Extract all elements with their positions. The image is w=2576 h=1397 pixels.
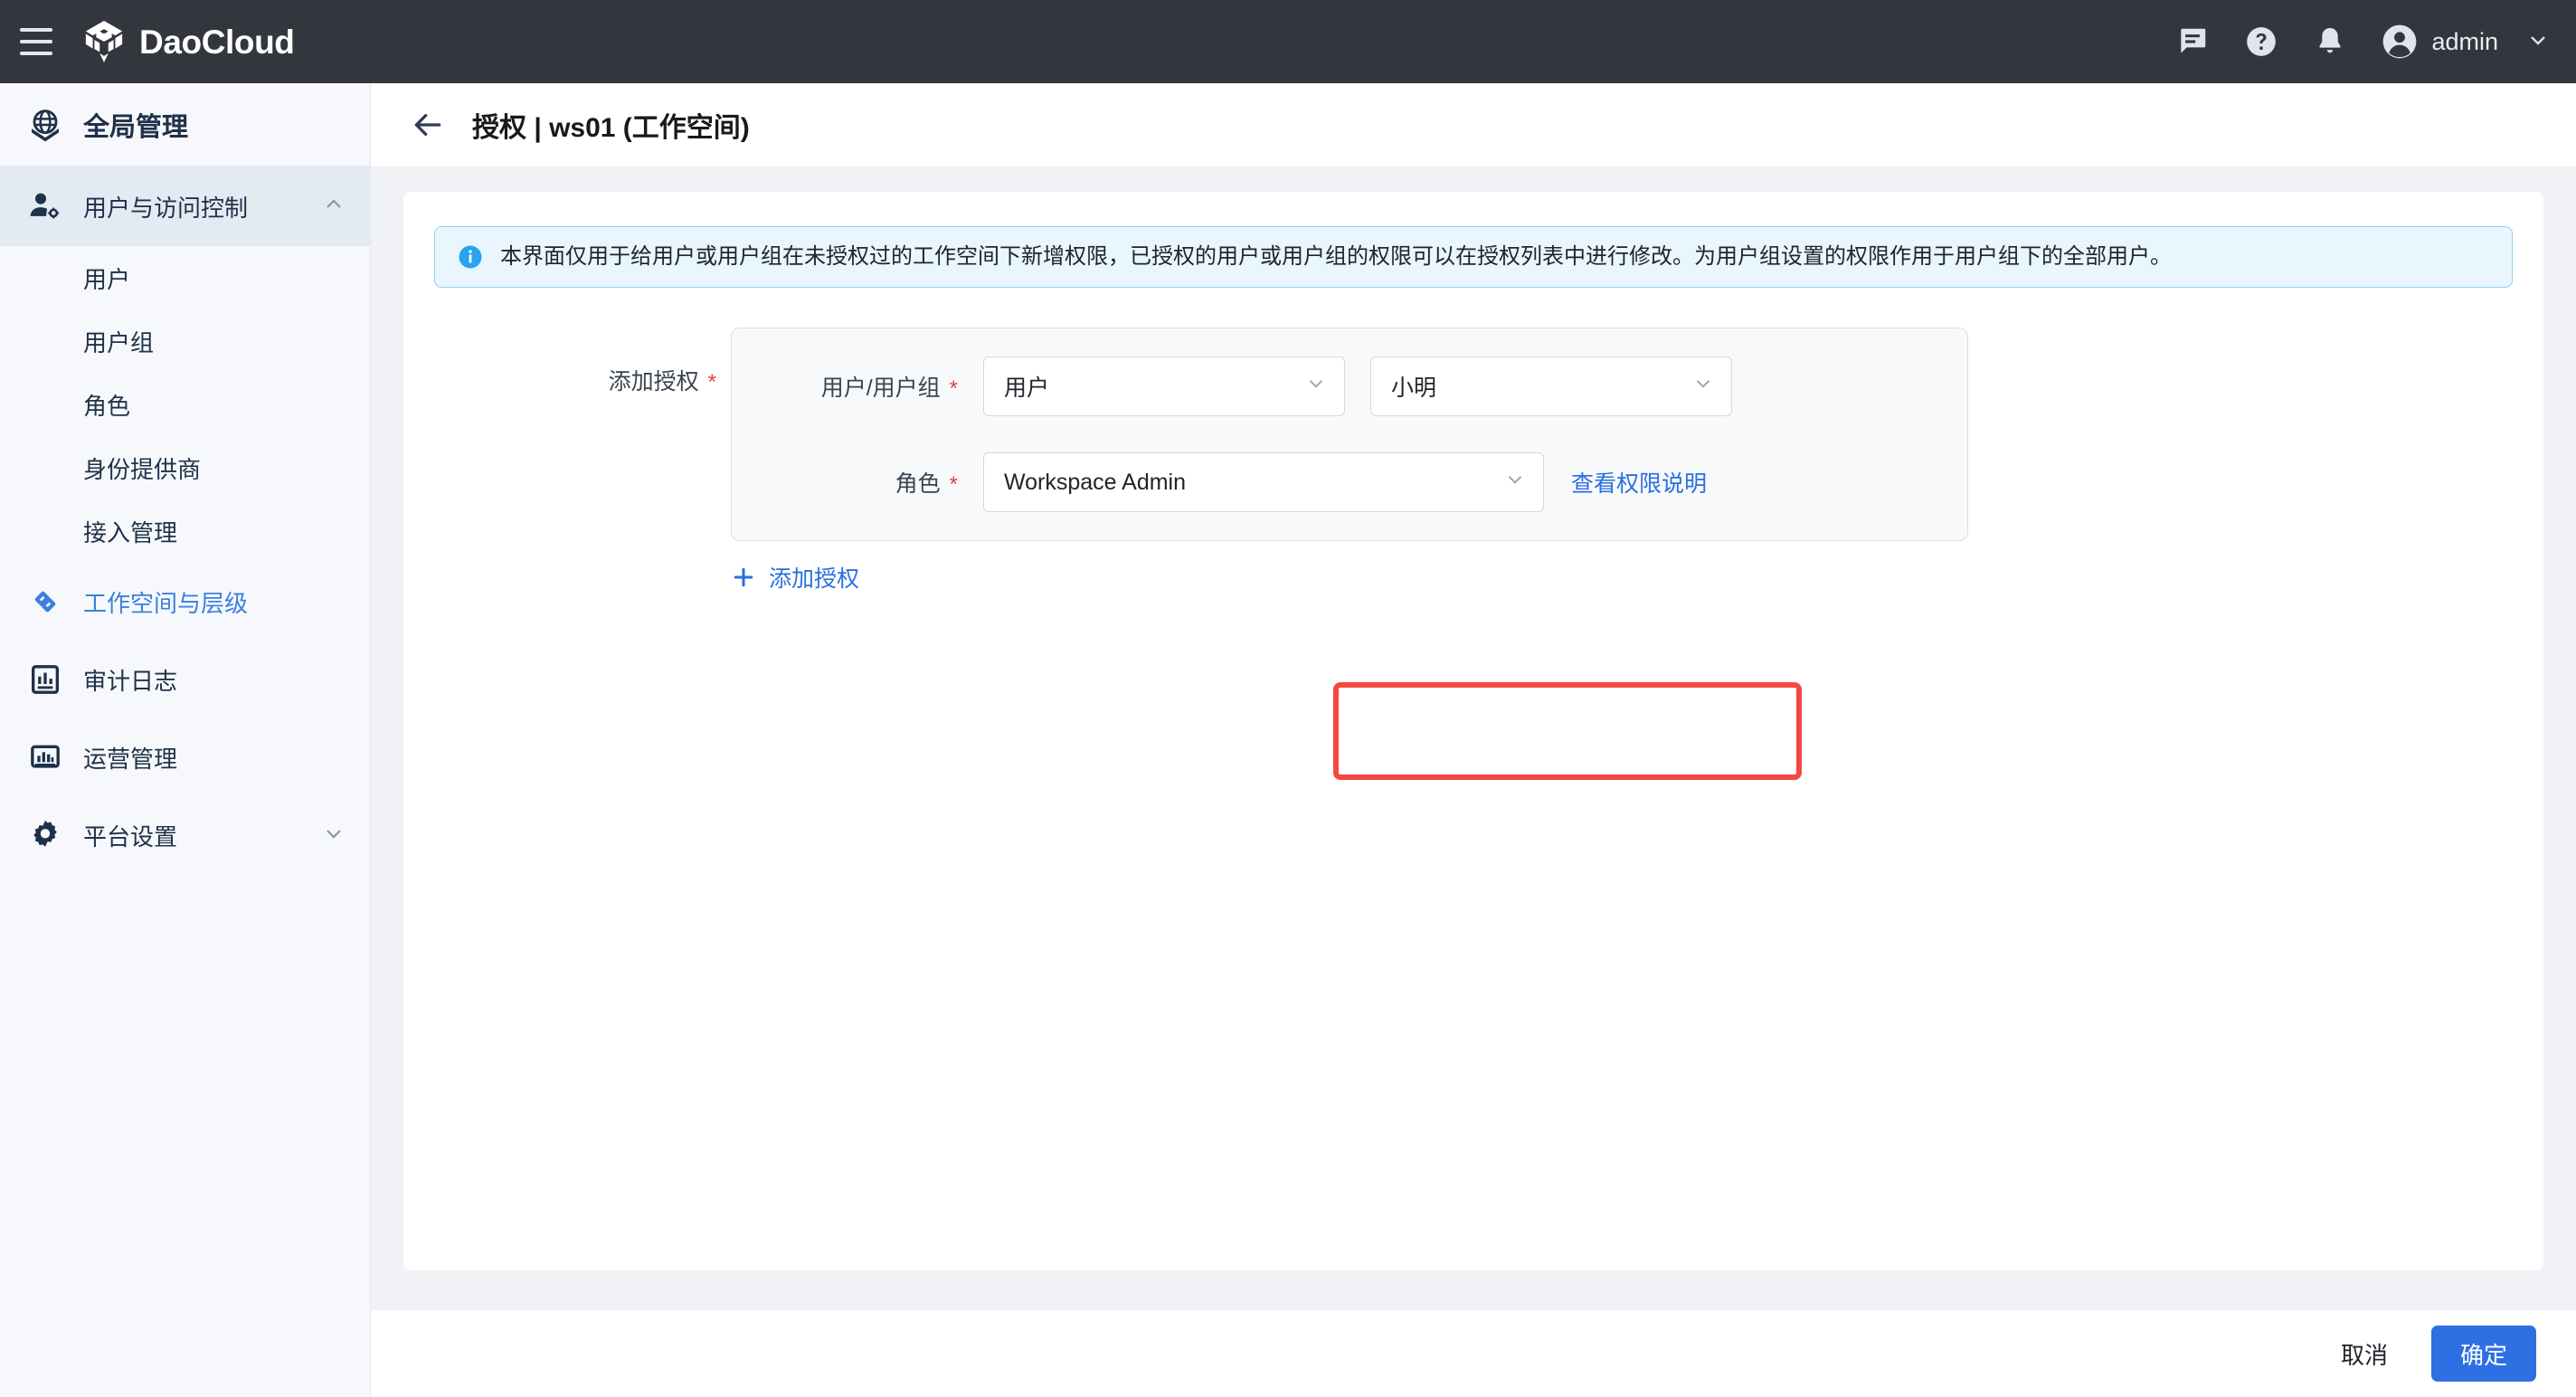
globe-icon: [20, 107, 71, 143]
add-grant-button[interactable]: 添加授权: [731, 561, 859, 594]
page-header: 授权 | ws01 (工作空间): [371, 83, 2576, 166]
audit-icon: [20, 661, 71, 698]
role-field-highlight: [1333, 682, 1802, 780]
grant-entry-box: 用户/用户组 * 用户 小明 角色 * Workspace Admin 查看权限…: [731, 328, 1968, 541]
sidebar-item-label: 工作空间与层级: [83, 589, 249, 617]
subject-type-value: 用户: [1004, 375, 1050, 401]
user-name: admin: [2431, 27, 2498, 55]
grant-card: 本界面仅用于给用户或用户组在未授权过的工作空间下新增权限，已授权的用户或用户组的…: [403, 192, 2543, 1270]
sidebar-item-global-management[interactable]: 全局管理: [0, 83, 370, 166]
content-body: 本界面仅用于给用户或用户组在未授权过的工作空间下新增权限，已授权的用户或用户组的…: [371, 166, 2576, 1397]
sidebar-item-platform-settings[interactable]: 平台设置: [0, 796, 370, 874]
info-banner: 本界面仅用于给用户或用户组在未授权过的工作空间下新增权限，已授权的用户或用户组的…: [434, 226, 2513, 288]
add-grant-label: 添加授权 *: [434, 328, 716, 396]
sidebar-group-label: 用户与访问控制: [83, 194, 249, 222]
brand-name: DaoCloud: [139, 23, 295, 61]
gear-icon: [20, 817, 71, 853]
sidebar-item-audit-log[interactable]: 审计日志: [0, 641, 370, 718]
sidebar-item-label: 全局管理: [83, 112, 189, 142]
info-icon: [457, 243, 484, 271]
subject-type-label-text: 用户/用户组: [820, 375, 941, 401]
subject-name-select[interactable]: 小明: [1370, 356, 1732, 416]
sidebar-item-label: 接入管理: [83, 518, 178, 546]
action-bar: 取消 确定: [371, 1310, 2576, 1397]
sidebar: 全局管理 用户与访问控制 用户 用户组 角色 身份提供商 接入管理 工作空间与层…: [0, 83, 371, 1397]
sidebar-item-users[interactable]: 用户: [0, 246, 370, 309]
add-grant-label-text: 添加授权: [608, 369, 699, 394]
sidebar-item-label: 用户: [83, 265, 131, 293]
chevron-down-icon: [2525, 27, 2551, 57]
arrow-left-icon[interactable]: [407, 104, 449, 146]
subject-name-value: 小明: [1391, 375, 1437, 401]
page-title: 授权 | ws01 (工作空间): [472, 113, 750, 143]
sidebar-item-label: 运营管理: [83, 745, 178, 773]
sidebar-item-workspace-hierarchy[interactable]: 工作空间与层级: [0, 563, 370, 641]
chevron-down-icon: [1503, 468, 1527, 498]
view-permission-description-link[interactable]: 查看权限说明: [1571, 466, 1707, 499]
app-root: DaoCloud admin 全局管理 用户与访问控制 用户 用户组 角色 身份…: [0, 0, 2576, 1397]
top-bar: DaoCloud admin: [0, 0, 2576, 83]
chevron-down-icon[interactable]: [321, 821, 346, 851]
sidebar-item-access-management[interactable]: 接入管理: [0, 499, 370, 563]
help-icon[interactable]: [2227, 0, 2296, 83]
cancel-button[interactable]: 取消: [2325, 1337, 2404, 1371]
sidebar-item-label: 平台设置: [83, 822, 178, 851]
hamburger-icon[interactable]: [20, 27, 62, 56]
chevron-down-icon: [1304, 372, 1328, 402]
main-content: 授权 | ws01 (工作空间) 本界面仅用于给用户或用户组在未授权过的工作空间…: [371, 83, 2576, 1397]
daocloud-logo-icon: [85, 21, 123, 62]
sidebar-item-label: 角色: [83, 392, 131, 420]
role-label-text: 角色: [895, 471, 941, 497]
user-settings-icon: [20, 188, 71, 224]
required-mark: *: [949, 472, 958, 497]
role-value: Workspace Admin: [1004, 469, 1187, 495]
required-mark: *: [707, 370, 716, 394]
sidebar-item-user-groups[interactable]: 用户组: [0, 309, 370, 373]
sidebar-item-identity-provider[interactable]: 身份提供商: [0, 436, 370, 499]
chevron-down-icon: [1691, 372, 1715, 402]
topbar-actions: admin: [2158, 0, 2576, 83]
add-grant-button-label: 添加授权: [769, 566, 860, 592]
role-field-row: 角色 * Workspace Admin 查看权限说明: [732, 450, 1947, 515]
plus-icon: [731, 565, 756, 590]
sidebar-item-label: 审计日志: [83, 667, 178, 695]
brand[interactable]: DaoCloud: [83, 20, 295, 63]
subject-type-label: 用户/用户组 *: [732, 370, 958, 403]
subject-field-row: 用户/用户组 * 用户 小明: [732, 354, 1947, 419]
bell-icon[interactable]: [2296, 0, 2364, 83]
chevron-up-icon[interactable]: [321, 192, 346, 222]
role-label: 角色 *: [732, 466, 958, 499]
user-menu[interactable]: admin: [2364, 0, 2551, 83]
subject-type-select[interactable]: 用户: [983, 356, 1345, 416]
sidebar-item-label: 身份提供商: [83, 455, 202, 483]
info-banner-text: 本界面仅用于给用户或用户组在未授权过的工作空间下新增权限，已授权的用户或用户组的…: [500, 244, 2172, 269]
sidebar-item-operations-management[interactable]: 运营管理: [0, 718, 370, 796]
avatar: [2383, 24, 2417, 59]
sidebar-group-user-access-control[interactable]: 用户与访问控制: [0, 166, 370, 246]
operations-icon: [20, 739, 71, 775]
add-grant-form-row: 添加授权 * 用户/用户组 * 用户 小明 角色 * Workspace Adm…: [434, 328, 2513, 541]
sidebar-item-label: 用户组: [83, 328, 155, 356]
confirm-button[interactable]: 确定: [2431, 1326, 2536, 1382]
message-icon[interactable]: [2158, 0, 2227, 83]
workspace-icon: [20, 584, 71, 620]
required-mark: *: [949, 376, 958, 401]
sidebar-item-roles[interactable]: 角色: [0, 373, 370, 436]
role-select[interactable]: Workspace Admin: [983, 452, 1544, 512]
